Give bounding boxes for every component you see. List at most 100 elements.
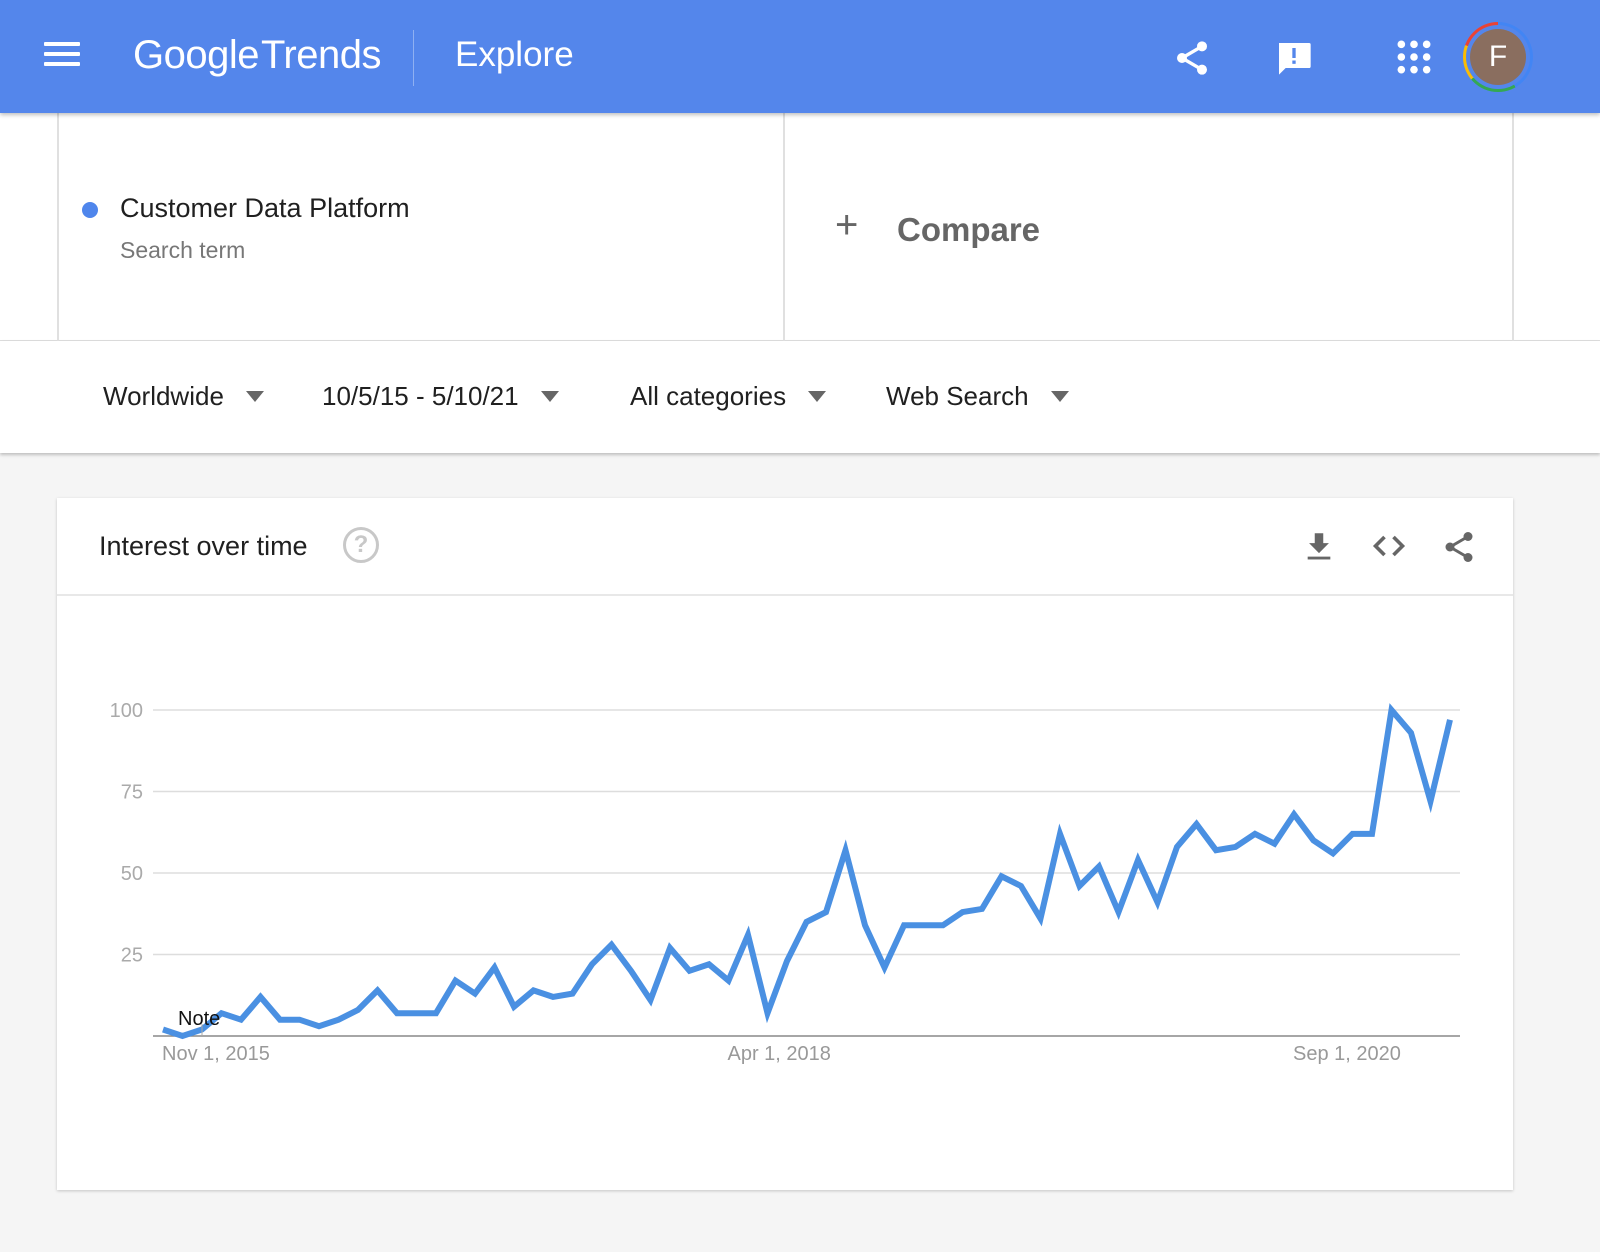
data-point	[550, 994, 556, 1000]
data-point	[784, 958, 790, 964]
header-divider	[413, 30, 414, 86]
data-point	[180, 1033, 186, 1039]
top-app-bar: GoogleTrends Explore F	[0, 0, 1600, 113]
date-range-dropdown[interactable]: 10/5/15 - 5/10/21	[322, 381, 559, 412]
data-point	[277, 1017, 283, 1023]
data-point	[1038, 916, 1044, 922]
data-point	[336, 1017, 342, 1023]
data-point	[1096, 863, 1102, 869]
data-point	[1194, 821, 1200, 827]
plus-icon: +	[835, 203, 859, 247]
data-point	[375, 987, 381, 993]
data-point	[1272, 841, 1278, 847]
data-point	[316, 1023, 322, 1029]
data-point	[1174, 844, 1180, 850]
compare-label: Compare	[897, 211, 1041, 248]
data-point	[1018, 883, 1024, 889]
x-tick-label: Nov 1, 2015	[162, 1043, 270, 1065]
search-term-type: Search term	[120, 237, 246, 263]
data-point	[726, 978, 732, 984]
data-point	[1389, 707, 1395, 713]
data-point	[1369, 831, 1375, 837]
data-point	[414, 1010, 420, 1016]
dropdown-arrow-icon	[1050, 391, 1069, 402]
compare-button[interactable]: + Compare	[785, 113, 1514, 341]
data-point	[765, 1010, 771, 1016]
data-point	[1155, 899, 1161, 905]
logo-google-text: Google	[133, 33, 259, 77]
data-point	[609, 942, 615, 948]
data-point	[687, 968, 693, 974]
data-point	[1408, 730, 1414, 736]
data-point	[453, 978, 459, 984]
search-type-label: Web Search	[886, 381, 1029, 411]
data-point	[862, 922, 868, 928]
page-title: Explore	[455, 35, 574, 74]
y-tick-label: 75	[121, 782, 143, 804]
data-point	[570, 991, 576, 997]
region-label: Worldwide	[103, 381, 224, 411]
data-point	[433, 1010, 439, 1016]
data-point	[238, 1017, 244, 1023]
data-point	[1252, 831, 1258, 837]
data-point	[979, 906, 985, 912]
search-type-dropdown[interactable]: Web Search	[886, 381, 1069, 412]
term-color-dot	[82, 202, 98, 218]
account-avatar-button[interactable]: F	[1463, 22, 1533, 92]
data-point	[628, 968, 634, 974]
data-point	[999, 873, 1005, 879]
y-tick-label: 100	[110, 700, 143, 722]
search-term-card[interactable]: Customer Data Platform Search term	[57, 113, 785, 341]
data-point	[1213, 847, 1219, 853]
y-tick-label: 50	[121, 863, 143, 885]
google-trends-logo[interactable]: GoogleTrends	[133, 33, 382, 78]
feedback-icon[interactable]	[1274, 38, 1314, 78]
data-point	[960, 909, 966, 915]
avatar: F	[1470, 29, 1526, 85]
share-icon[interactable]	[1172, 38, 1212, 78]
apps-grid-icon[interactable]	[1395, 38, 1433, 76]
data-point	[1428, 798, 1434, 804]
category-label: All categories	[630, 381, 787, 411]
data-point	[804, 919, 810, 925]
data-point	[1291, 811, 1297, 817]
data-point	[1311, 837, 1317, 843]
data-point	[882, 965, 888, 971]
data-point	[940, 922, 946, 928]
interest-chart[interactable]: 25 50 75 100 Nov 1, 2015 Apr 1, 2018 Sep 1, 2…	[57, 498, 1513, 1190]
data-point	[1116, 909, 1122, 915]
data-point	[843, 847, 849, 853]
x-tick-label: Sep 1, 2020	[1293, 1043, 1401, 1065]
avatar-inner: F	[1466, 25, 1530, 89]
data-point	[745, 932, 751, 938]
menu-icon[interactable]	[44, 42, 80, 70]
data-point	[1057, 831, 1063, 837]
date-range-label: 10/5/15 - 5/10/21	[322, 381, 519, 411]
annotation-note: Note	[178, 1008, 220, 1030]
data-point	[472, 991, 478, 997]
data-point	[667, 945, 673, 951]
data-point	[921, 922, 927, 928]
data-point	[1330, 850, 1336, 856]
data-point	[160, 1026, 166, 1032]
category-dropdown[interactable]: All categories	[630, 381, 827, 412]
dropdown-arrow-icon	[540, 391, 559, 402]
dropdown-arrow-icon	[245, 391, 264, 402]
data-point	[1077, 883, 1083, 889]
data-point	[823, 909, 829, 915]
y-tick-label: 25	[121, 945, 143, 967]
data-point	[531, 987, 537, 993]
data-point	[1135, 857, 1141, 863]
data-point	[706, 961, 712, 967]
data-point	[1350, 831, 1356, 837]
search-term-name: Customer Data Platform	[120, 193, 410, 223]
search-terms-area: Customer Data Platform Search term + Com…	[0, 113, 1600, 341]
data-point	[355, 1007, 361, 1013]
region-dropdown[interactable]: Worldwide	[103, 381, 264, 412]
logo-trends-text: Trends	[260, 33, 382, 77]
data-point	[901, 922, 907, 928]
data-point	[648, 997, 654, 1003]
data-point	[1447, 717, 1453, 723]
filter-bar: Worldwide 10/5/15 - 5/10/21 All categori…	[0, 341, 1600, 453]
data-point	[492, 965, 498, 971]
